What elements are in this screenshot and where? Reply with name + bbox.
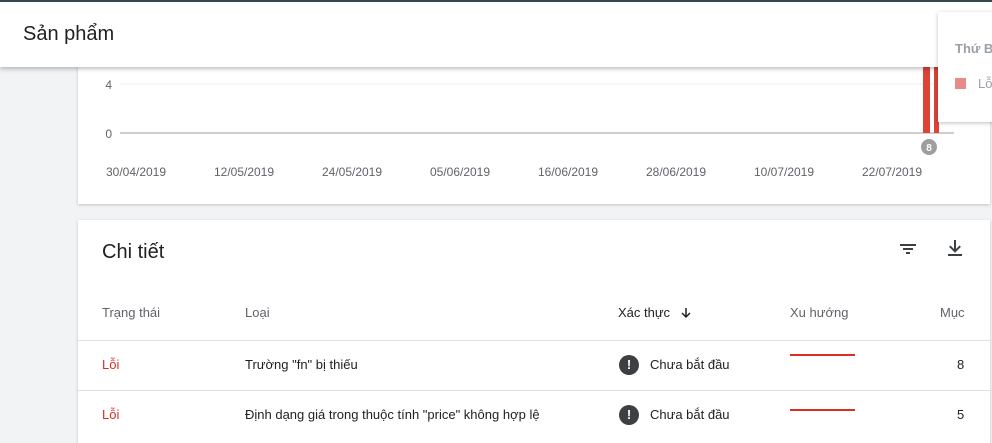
legend-popup: Thứ B Lỗ bbox=[938, 12, 992, 122]
top-border bbox=[0, 0, 992, 2]
xtick-label: 22/07/2019 bbox=[862, 165, 922, 179]
column-header-validation[interactable]: Xác thực bbox=[618, 305, 692, 322]
column-header-trend[interactable]: Xu hướng bbox=[790, 305, 848, 320]
legend-swatch bbox=[955, 78, 966, 89]
status-label: Lỗi bbox=[102, 407, 120, 422]
table-row[interactable]: Lỗi Định dạng giá trong thuộc tính "pric… bbox=[78, 390, 990, 440]
detail-title: Chi tiết bbox=[102, 241, 165, 263]
column-header-type[interactable]: Loại bbox=[245, 305, 270, 320]
item-count: 5 bbox=[957, 407, 965, 422]
page-header: Sản phẩm bbox=[0, 2, 992, 67]
trend-sparkline bbox=[790, 409, 855, 411]
xtick-label: 24/05/2019 bbox=[322, 165, 382, 179]
item-count: 8 bbox=[957, 357, 965, 372]
legend-popup-title: Thứ B bbox=[955, 41, 992, 56]
issue-type: Trường "fn" bị thiếu bbox=[245, 357, 358, 372]
trend-sparkline bbox=[790, 354, 855, 356]
exclamation-icon: ! bbox=[619, 405, 639, 425]
column-header-status[interactable]: Trạng thái bbox=[102, 305, 160, 320]
status-label: Lỗi bbox=[102, 357, 120, 372]
validation-status: Chưa bắt đầu bbox=[650, 357, 730, 372]
ytick-label: 4 bbox=[105, 78, 112, 92]
count-marker-label: 8 bbox=[926, 143, 932, 154]
legend-label: Lỗ bbox=[978, 76, 992, 91]
exclamation-icon: ! bbox=[619, 355, 639, 375]
filter-icon[interactable] bbox=[896, 237, 920, 261]
download-icon[interactable] bbox=[943, 236, 967, 260]
page-title: Sản phẩm bbox=[23, 23, 115, 45]
xtick-label: 12/05/2019 bbox=[214, 165, 274, 179]
xtick-label: 05/06/2019 bbox=[430, 165, 490, 179]
detail-card: Chi tiết Trạng thái Loại Xác thực Xu hướ… bbox=[78, 220, 990, 443]
issue-type: Định dạng giá trong thuộc tính "price" k… bbox=[245, 407, 540, 422]
arrow-down-icon bbox=[680, 307, 692, 322]
column-header-validation-label: Xác thực bbox=[618, 305, 671, 320]
xtick-label: 28/06/2019 bbox=[646, 165, 706, 179]
x-axis-ticks: 30/04/2019 12/05/2019 24/05/2019 05/06/2019… bbox=[106, 165, 922, 179]
xtick-label: 16/06/2019 bbox=[538, 165, 598, 179]
ytick-label: 0 bbox=[105, 127, 112, 141]
xtick-label: 10/07/2019 bbox=[754, 165, 814, 179]
table-row[interactable]: Lỗi Trường "fn" bị thiếu ! Chưa bắt đầu … bbox=[78, 340, 990, 390]
xtick-label: 30/04/2019 bbox=[106, 165, 166, 179]
validation-status: Chưa bắt đầu bbox=[650, 407, 730, 422]
column-header-items[interactable]: Mục bbox=[940, 305, 965, 320]
